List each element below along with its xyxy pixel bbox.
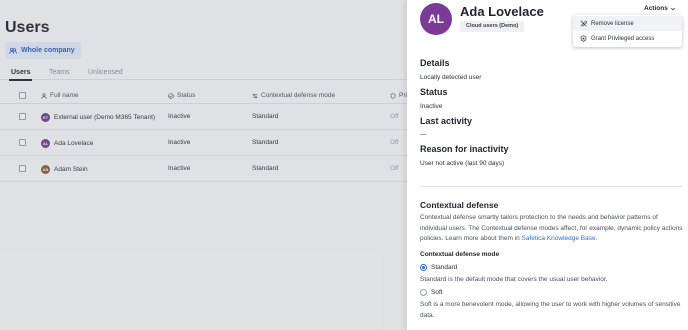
remove-license-icon	[580, 20, 587, 27]
last-activity-heading: Last activity	[420, 116, 473, 126]
shield-star-icon	[580, 35, 587, 42]
user-detail-panel: AL Ada Lovelace Cloud users (Demo) Actio…	[407, 0, 688, 330]
mode-option-standard[interactable]: Standard	[420, 264, 457, 271]
chevron-down-icon	[670, 7, 675, 10]
details-value: Locally detected user	[420, 74, 482, 81]
menu-item-grant-privileged-access[interactable]: Grant Privileged access	[573, 31, 682, 46]
contextual-defense-description: Contextual defense smartly tailors prote…	[420, 214, 683, 242]
standard-radio[interactable]	[420, 264, 427, 271]
knowledge-base-link[interactable]: Safetica Knowledge Base	[522, 235, 596, 242]
soft-description: Soft is a more benevolent mode, allowing…	[420, 301, 681, 319]
contextual-defense-title: Contextual defense	[420, 200, 499, 210]
user-group-badge: Cloud users (Demo)	[460, 21, 525, 32]
actions-menu: Remove license Grant Privileged access	[573, 15, 682, 47]
menu-item-remove-license[interactable]: Remove license	[573, 16, 682, 31]
soft-radio[interactable]	[420, 289, 427, 296]
actions-label: Actions	[644, 5, 668, 12]
actions-button[interactable]: Actions	[644, 5, 676, 12]
user-name: Ada Lovelace	[460, 4, 544, 19]
mode-option-soft[interactable]: Soft	[420, 289, 443, 296]
reason-value: User not active (last 90 days)	[420, 160, 505, 167]
details-heading: Details	[420, 58, 450, 68]
last-activity-value: —	[420, 131, 427, 138]
mode-label: Contextual defense mode	[420, 251, 500, 258]
status-heading: Status	[420, 87, 448, 97]
reason-heading: Reason for inactivity	[420, 144, 509, 154]
user-avatar: AL	[420, 3, 452, 35]
standard-description: Standard is the default mode that covers…	[420, 276, 608, 283]
section-divider	[420, 186, 682, 187]
status-value: Inactive	[420, 103, 443, 110]
